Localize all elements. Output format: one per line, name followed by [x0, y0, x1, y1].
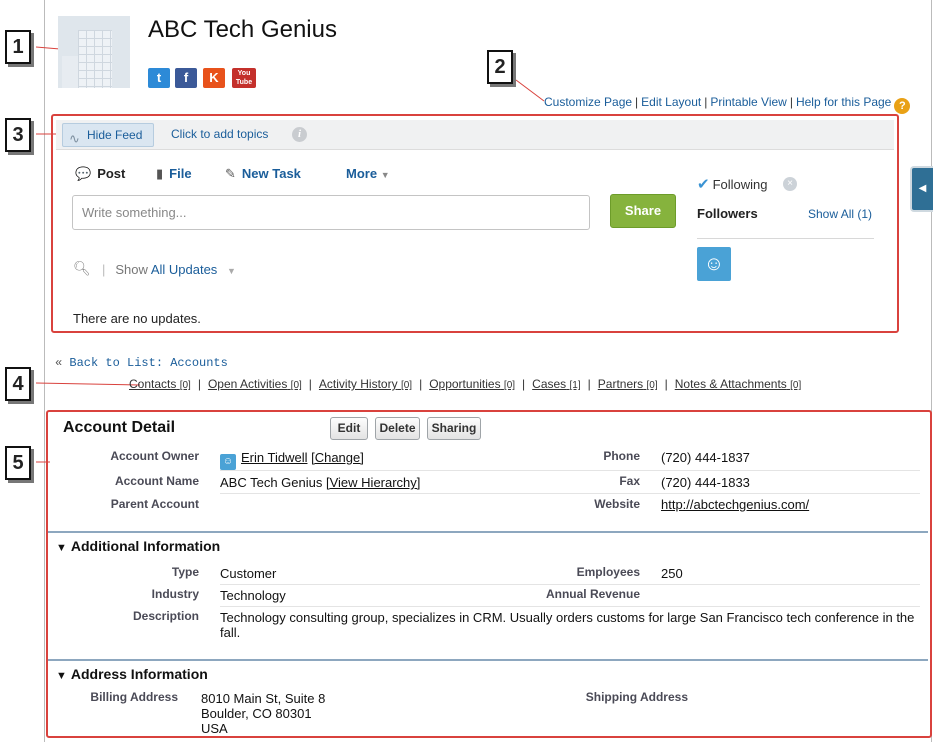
callout-2: 2	[487, 50, 513, 84]
edit-layout-link[interactable]: Edit Layout	[641, 95, 701, 109]
delete-button[interactable]: Delete	[375, 417, 420, 440]
view-hierarchy-link[interactable]: [View Hierarchy]	[326, 475, 420, 490]
chevron-down-icon: ▼	[380, 170, 390, 180]
hide-feed-button[interactable]: ∿ Hide Feed	[62, 123, 154, 147]
speech-bubble-icon: 💬	[75, 166, 92, 181]
change-owner-link[interactable]: [Change]	[311, 450, 364, 465]
description-label: Description	[132, 609, 199, 623]
post-input[interactable]: Write something...	[72, 195, 590, 230]
website-label: Website	[594, 497, 640, 511]
phone-label: Phone	[603, 449, 640, 463]
owner-link[interactable]: Erin Tidwell	[241, 450, 307, 465]
website-link[interactable]: http://abctechgenius.com/	[661, 497, 809, 512]
show-all-followers-link[interactable]: Show All (1)	[808, 207, 872, 221]
address-info-section[interactable]: ▼ Address Information	[56, 666, 208, 682]
task-icon: ✎	[225, 166, 236, 181]
page-frame-left	[44, 0, 45, 742]
tab-new-task[interactable]: ✎ New Task	[225, 166, 301, 182]
tab-post[interactable]: 💬 Post	[75, 166, 125, 182]
billing-address-value: 8010 Main St, Suite 8 Boulder, CO 80301 …	[201, 691, 326, 736]
collapse-triangle-icon: ▼	[56, 670, 67, 682]
following-status[interactable]: ✔ Following	[697, 175, 768, 193]
help-icon[interactable]: ?	[894, 98, 911, 114]
chevron-down-icon: ▼	[226, 266, 236, 276]
share-button[interactable]: Share	[610, 194, 676, 228]
sharing-button[interactable]: Sharing	[427, 417, 481, 440]
related-list-links: Contacts [0] | Open Activities [0] | Activit…	[129, 377, 802, 391]
related-link-activity-history[interactable]: Activity History [0]	[319, 377, 412, 391]
additional-info-section[interactable]: ▼ Additional Information	[56, 538, 220, 554]
related-link-contacts[interactable]: Contacts [0]	[129, 377, 191, 391]
info-icon[interactable]: i	[292, 127, 307, 142]
search-icon[interactable]: 🔍︎	[73, 260, 91, 277]
account-owner-value: ☺ Erin Tidwell [Change]	[220, 450, 364, 470]
billing-address-label: Billing Address	[90, 690, 178, 704]
parent-account-label: Parent Account	[110, 497, 199, 511]
feed-filter[interactable]: | Show All Updates ▼	[102, 262, 236, 277]
tab-file[interactable]: ▮ File	[156, 166, 192, 182]
type-label: Type	[171, 565, 199, 579]
related-link-partners[interactable]: Partners [0]	[598, 377, 658, 391]
callout-5: 5	[5, 446, 31, 480]
account-name-value: ABC Tech Genius [View Hierarchy]	[220, 475, 421, 490]
check-icon: ✔	[697, 176, 710, 193]
employees-label: Employees	[576, 565, 640, 579]
account-logo	[58, 16, 130, 88]
file-icon: ▮	[156, 166, 164, 181]
related-link-open-activities[interactable]: Open Activities [0]	[208, 377, 302, 391]
owner-avatar: ☺	[220, 454, 236, 470]
callout-3: 3	[5, 118, 31, 152]
customize-page-link[interactable]: Customize Page	[544, 95, 632, 109]
shipping-address-label: Shipping Address	[585, 690, 688, 704]
related-link-cases[interactable]: Cases [1]	[532, 377, 580, 391]
page-links: Customize Page | Edit Layout | Printable Vie…	[544, 95, 911, 114]
industry-label: Industry	[151, 587, 199, 601]
empty-feed-message: There are no updates.	[73, 311, 201, 326]
followers-heading: Followers	[697, 206, 758, 221]
feed-toolbar: ∿ Hide Feed Click to add topics i	[56, 120, 894, 150]
edit-button[interactable]: Edit	[330, 417, 368, 440]
account-owner-label: Account Owner	[110, 449, 199, 463]
back-to-list[interactable]: « Back to List: Accounts	[55, 356, 228, 370]
youtube-icon[interactable]: You Tube	[232, 68, 256, 88]
phone-value: (720) 444-1837	[661, 450, 750, 465]
account-name-label: Account Name	[114, 474, 199, 488]
unfollow-icon[interactable]: ×	[783, 177, 797, 191]
annual-revenue-label: Annual Revenue	[545, 587, 640, 601]
address-info-divider	[48, 659, 928, 661]
twitter-icon[interactable]: t	[148, 68, 170, 88]
follower-avatar[interactable]: ☺	[697, 247, 731, 281]
description-value: Technology consulting group, specializes…	[220, 610, 915, 640]
tab-more[interactable]: More ▼	[346, 166, 390, 181]
callout-4: 4	[5, 367, 31, 401]
collapse-triangle-icon: ▼	[56, 542, 67, 554]
collapse-sidebar-tab[interactable]: ◀	[910, 166, 933, 212]
account-name-heading: ABC Tech Genius	[148, 16, 337, 43]
add-topics-link[interactable]: Click to add topics	[171, 127, 268, 141]
help-link[interactable]: Help for this Page	[796, 95, 891, 109]
additional-info-divider	[48, 531, 928, 533]
followers-divider	[697, 238, 874, 239]
facebook-icon[interactable]: f	[175, 68, 197, 88]
double-left-icon: «	[55, 356, 63, 370]
callout-1: 1	[5, 30, 31, 64]
type-value: Customer	[220, 566, 277, 581]
related-link-opportunities[interactable]: Opportunities [0]	[429, 377, 515, 391]
pulse-icon: ∿	[69, 131, 80, 146]
industry-value: Technology	[220, 588, 286, 603]
account-detail-title: Account Detail	[63, 419, 176, 436]
klout-icon[interactable]: K	[203, 68, 225, 88]
fax-value: (720) 444-1833	[661, 475, 750, 490]
employees-value: 250	[661, 566, 683, 581]
printable-view-link[interactable]: Printable View	[710, 95, 787, 109]
related-link-notes-attachments[interactable]: Notes & Attachments [0]	[675, 377, 802, 391]
fax-label: Fax	[619, 474, 640, 488]
